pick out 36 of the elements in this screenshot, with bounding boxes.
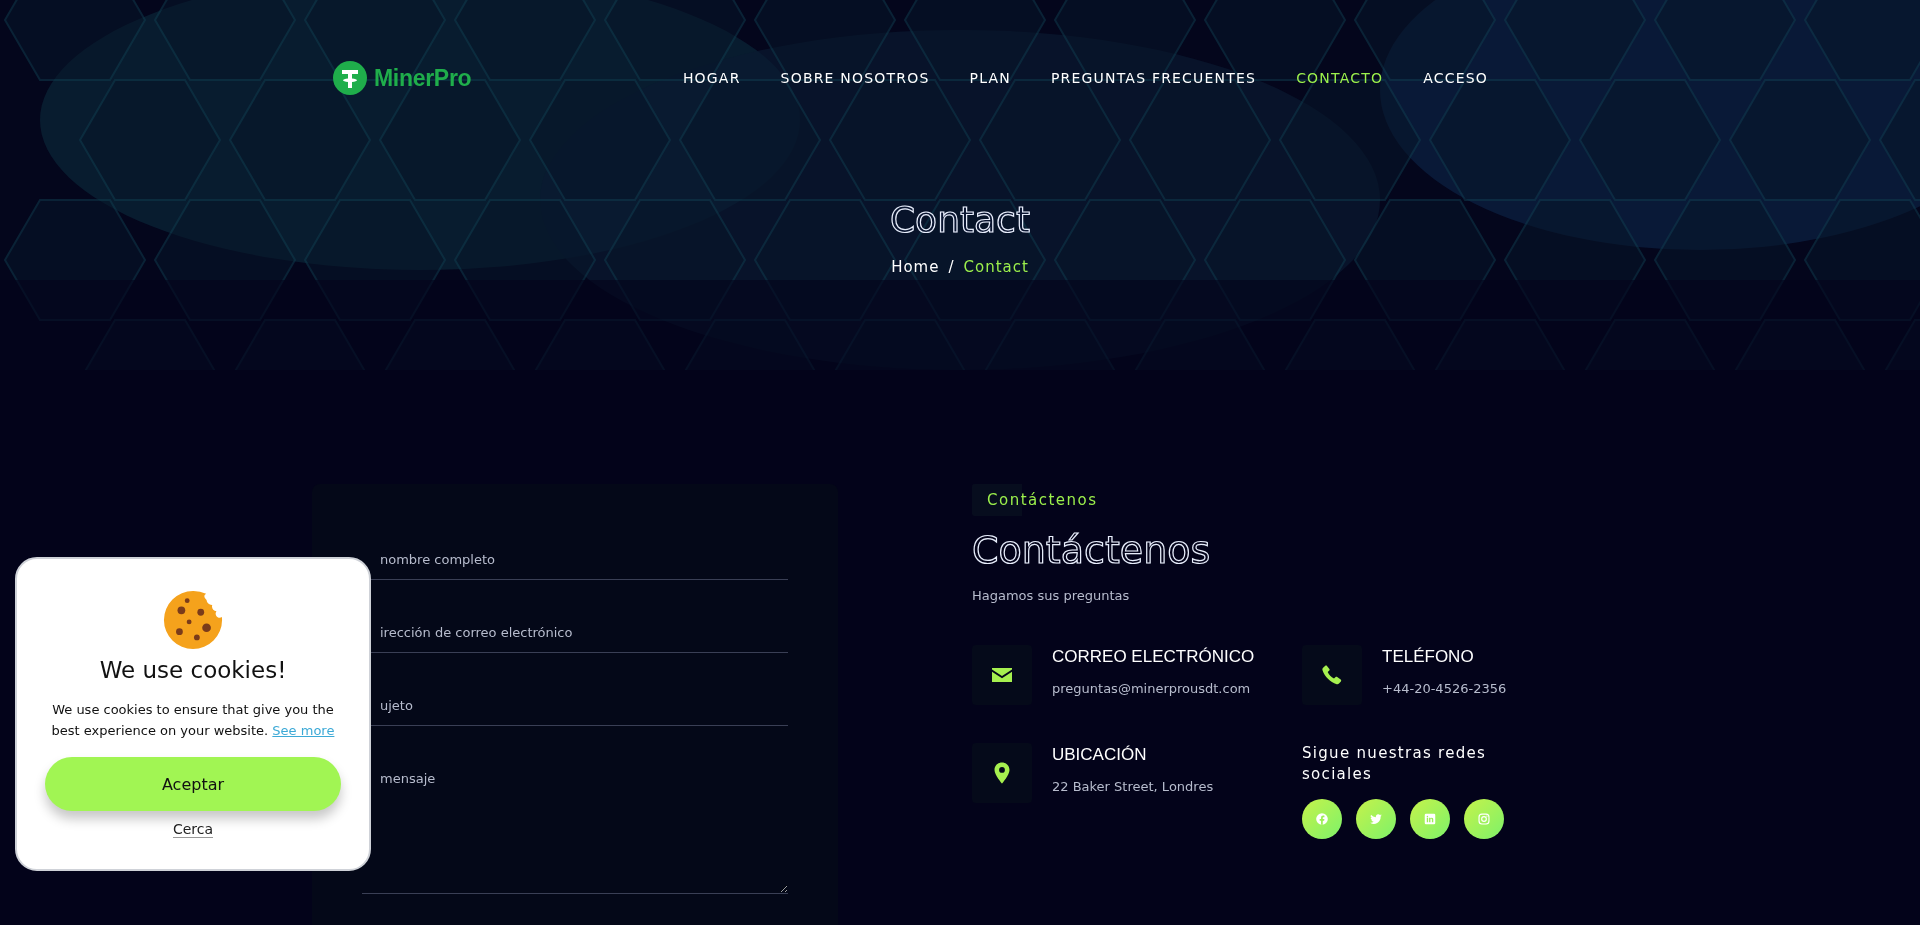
contact-value: 22 Baker Street, Londres — [1052, 779, 1214, 794]
social-heading: Sigue nuestras redes sociales — [1302, 743, 1488, 785]
cookie-title: We use cookies! — [99, 657, 287, 683]
social-button[interactable] — [1464, 799, 1504, 839]
accept-button[interactable]: Aceptar — [45, 757, 341, 811]
logo-text[interactable]: MinerPro — [374, 64, 472, 92]
contact-label: CORREO ELECTRÓNICO — [1052, 647, 1255, 667]
contact-value: +44-20-4526-2356 — [1382, 681, 1507, 696]
section-subtitle: Hagamos sus preguntas — [972, 588, 1131, 603]
contact-label: UBICACIÓN — [1052, 745, 1148, 765]
nav-link[interactable]: PREGUNTAS FRECUENTES — [1050, 70, 1257, 86]
breadcrumb-link[interactable]: Home — [891, 258, 940, 276]
nav-link[interactable]: CONTACTO — [1296, 70, 1384, 86]
contact-value: preguntas@minerprousdt.com — [1052, 681, 1252, 696]
nav-link[interactable]: ACCESO — [1423, 70, 1488, 86]
cookie-message: We use cookies to ensure that give you the best experience on your website. See more — [50, 701, 336, 740]
social-button[interactable] — [1410, 799, 1450, 839]
camera-icon — [1477, 812, 1491, 826]
nav-link[interactable]: SOBRE NOSOTROS — [780, 70, 930, 86]
cookie-icon — [162, 589, 224, 651]
nav-link[interactable]: PLAN — [969, 70, 1011, 86]
close-link[interactable]: Cerca — [172, 821, 214, 838]
nav-link[interactable]: HOGAR — [682, 70, 741, 86]
facebook-icon — [1315, 812, 1329, 826]
social-button[interactable] — [1302, 799, 1342, 839]
linkedin-icon — [1423, 812, 1437, 826]
breadcrumb-link[interactable]: Contact — [963, 258, 1029, 276]
social-button[interactable] — [1356, 799, 1396, 839]
page-title: Contact — [888, 198, 1032, 242]
section-heading: Contáctenos — [972, 527, 1212, 574]
contact-label: TELÉFONO — [1382, 647, 1475, 667]
logo-icon[interactable] — [332, 60, 368, 96]
breadcrumb-separator: / — [948, 258, 955, 276]
input-field[interactable]: irección de correo electrónico — [362, 615, 788, 653]
bird-icon — [1369, 812, 1383, 826]
phone-icon — [1320, 663, 1344, 687]
